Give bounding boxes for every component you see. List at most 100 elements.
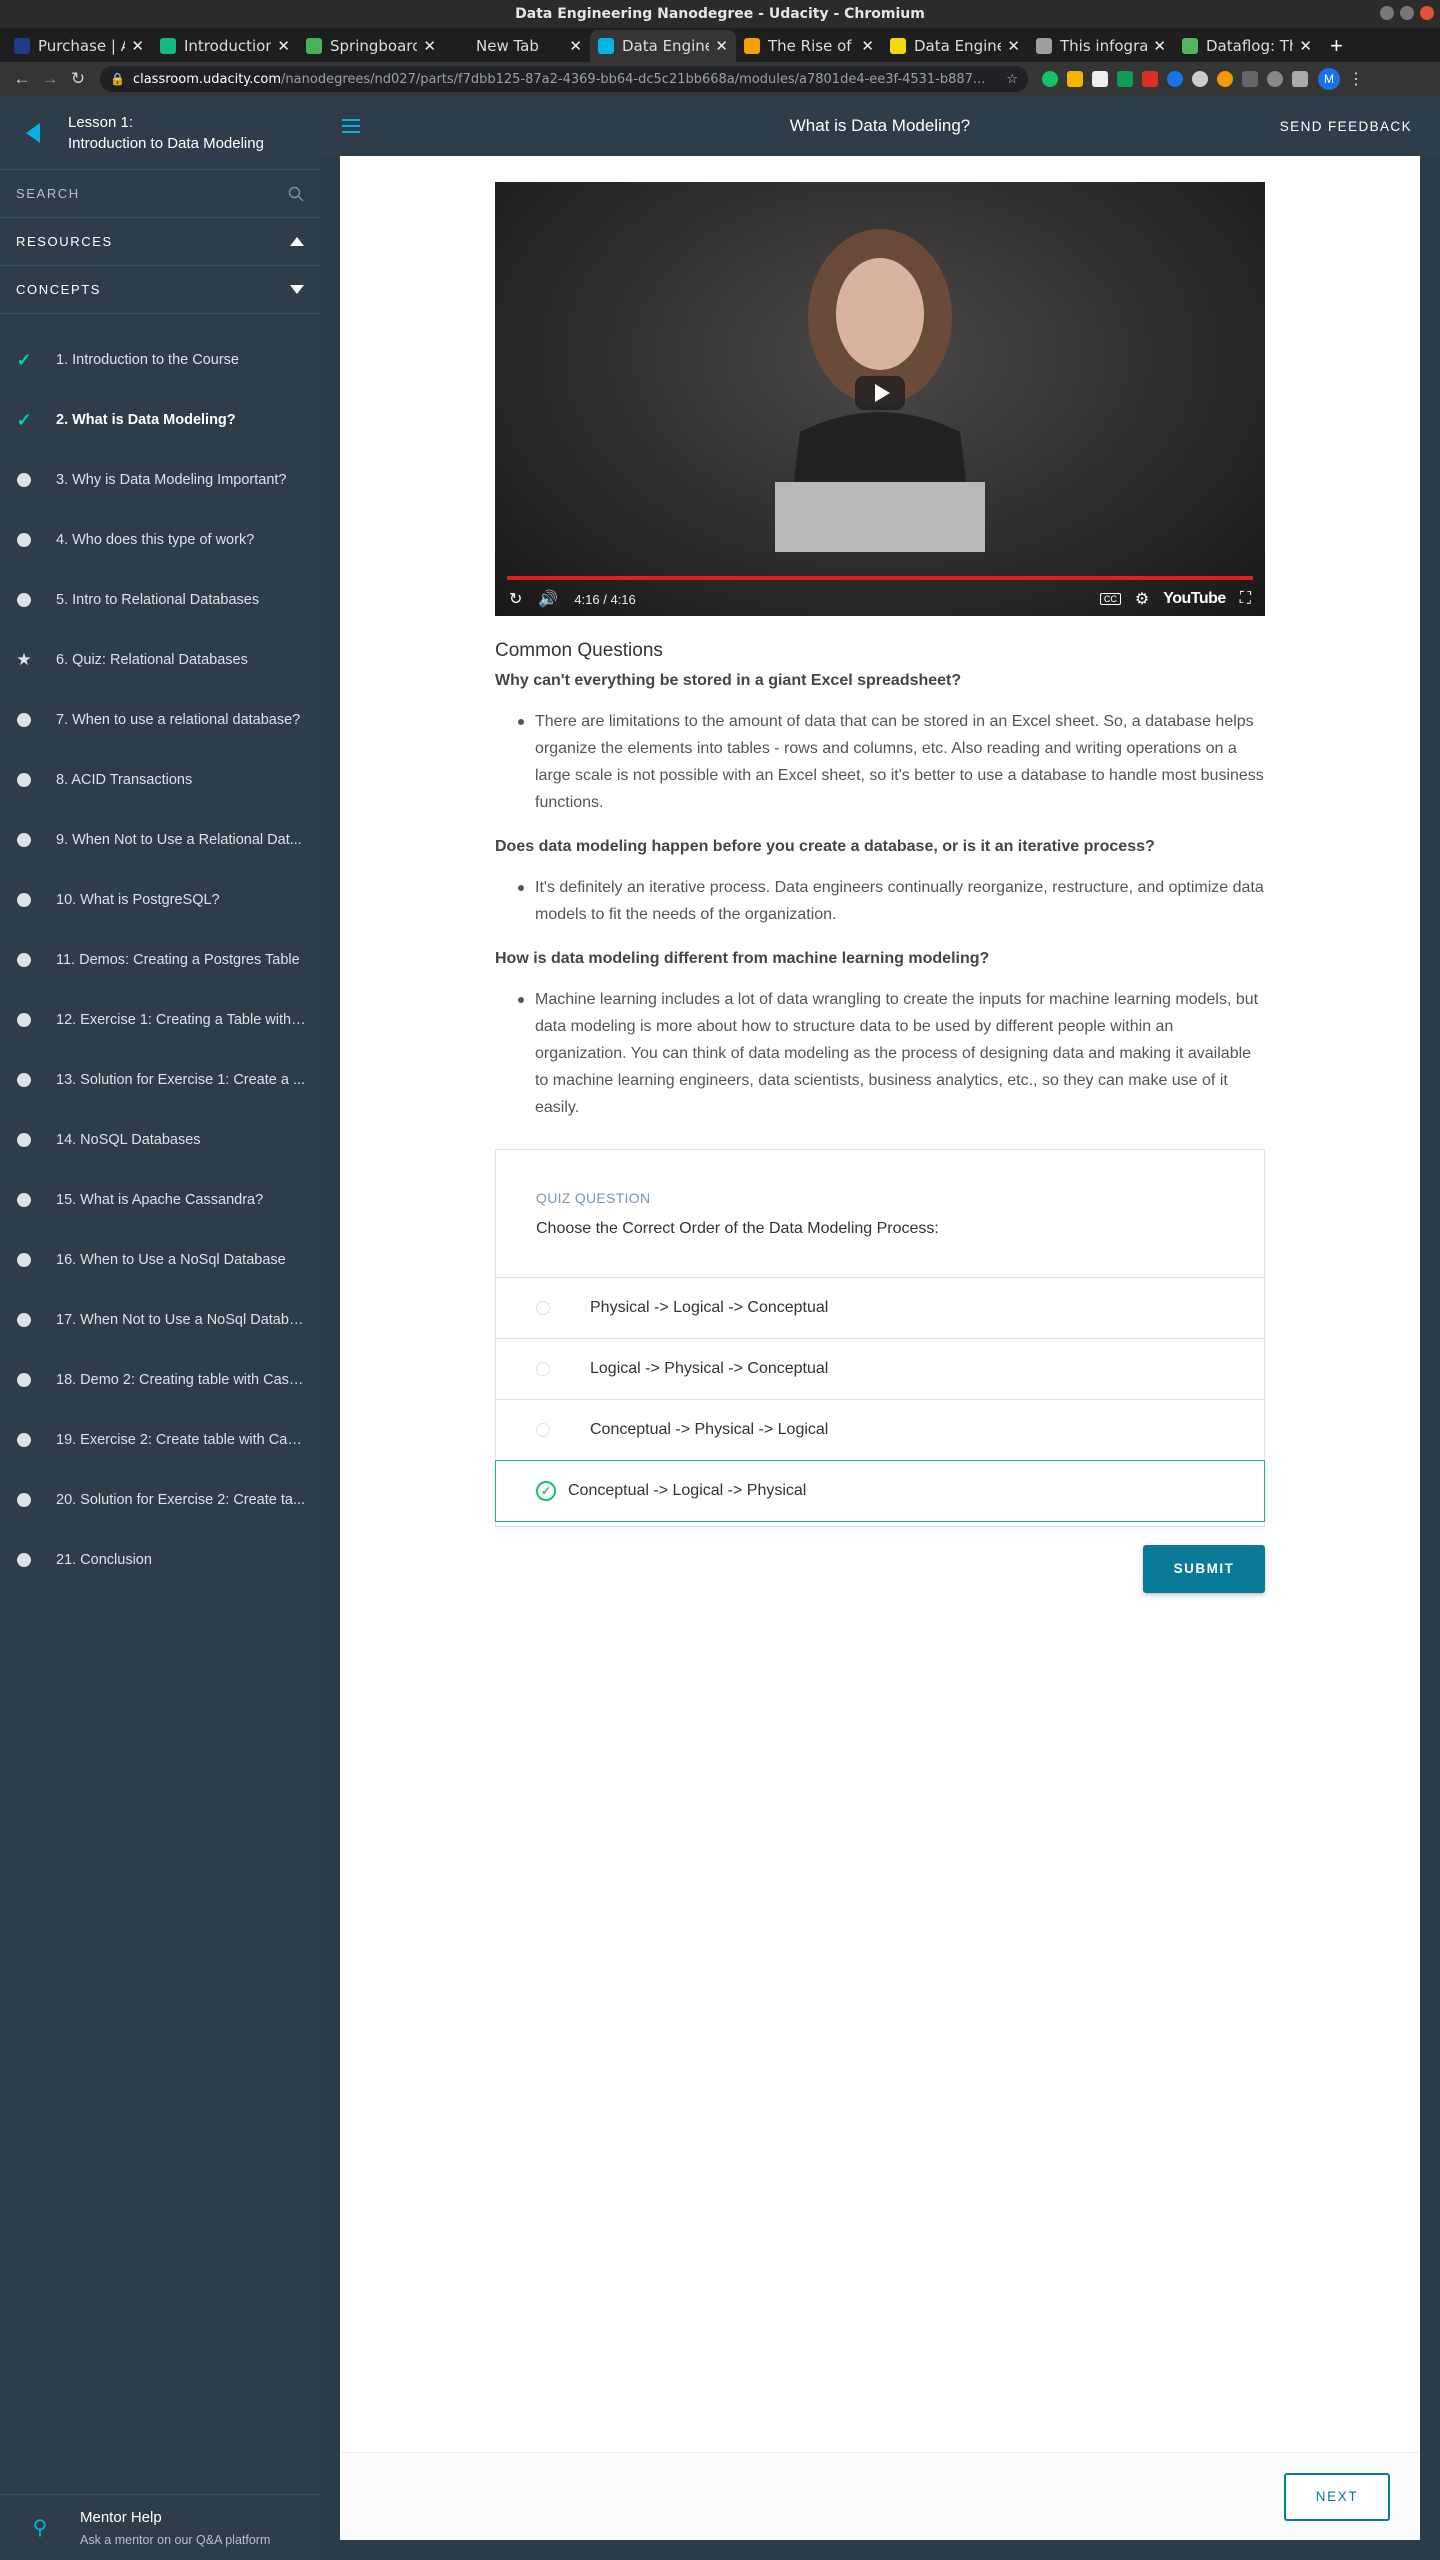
resources-toggle[interactable]: RESOURCES (0, 218, 320, 266)
extension-icon[interactable] (1217, 71, 1233, 87)
send-feedback-link[interactable]: SEND FEEDBACK (1280, 119, 1412, 134)
quiz-option[interactable]: ✓ Conceptual -> Logical -> Physical (495, 1460, 1265, 1522)
sidebar-concept-item[interactable]: 14. NoSQL Databases (0, 1110, 320, 1170)
sidebar-search[interactable]: SEARCH (0, 170, 320, 218)
sidebar-concept-item[interactable]: 12. Exercise 1: Creating a Table with ..… (0, 990, 320, 1050)
tab-close-icon[interactable]: ✕ (861, 37, 874, 55)
quiz-option[interactable]: Logical -> Physical -> Conceptual (496, 1338, 1264, 1398)
history-icon[interactable] (1267, 71, 1283, 87)
extension-icon[interactable] (1167, 71, 1183, 87)
concept-label: 12. Exercise 1: Creating a Table with ..… (56, 1012, 306, 1028)
sidebar-concept-item[interactable]: 16. When to Use a NoSql Database (0, 1230, 320, 1290)
concepts-toggle[interactable]: CONCEPTS (0, 266, 320, 314)
browser-tab[interactable]: Data Engine ✕ (590, 30, 736, 62)
quiz-option-label: Conceptual -> Logical -> Physical (568, 1482, 807, 1499)
submit-button[interactable]: SUBMIT (1143, 1545, 1265, 1593)
video-player[interactable]: ↻ 🔊 4:16 / 4:16 CC ⚙ YouTube ⛶ (495, 182, 1265, 616)
extension-icon[interactable] (1242, 71, 1258, 87)
browser-tab[interactable]: Introduction ✕ (152, 30, 298, 62)
browser-tab[interactable]: Springboard ✕ (298, 30, 444, 62)
captions-icon[interactable]: CC (1099, 593, 1121, 605)
settings-gear-icon[interactable]: ⚙ (1135, 589, 1149, 609)
sidebar-concept-item[interactable]: 8. ACID Transactions (0, 750, 320, 810)
grammarly-icon[interactable] (1042, 71, 1058, 87)
sidebar-concept-item[interactable]: 3. Why is Data Modeling Important? (0, 450, 320, 510)
sidebar-concept-item[interactable]: 10. What is PostgreSQL? (0, 870, 320, 930)
sidebar-concept-item[interactable]: 21. Conclusion (0, 1530, 320, 1590)
sidebar-concept-item[interactable]: 17. When Not to Use a NoSql Databa... (0, 1290, 320, 1350)
browser-tab[interactable]: Dataflog: Th ✕ (1174, 30, 1320, 62)
video-progress-bar[interactable] (507, 576, 1253, 580)
faq-question: How is data modeling different from mach… (495, 950, 990, 967)
radio-icon[interactable] (536, 1361, 550, 1376)
sidebar-concept-item[interactable]: ★ 6. Quiz: Relational Databases (0, 630, 320, 690)
more-menu-icon[interactable]: ⋮ (1348, 69, 1364, 89)
browser-tab[interactable]: Purchase | A ✕ (6, 30, 152, 62)
youtube-logo[interactable]: YouTube (1163, 590, 1226, 608)
sidebar-concept-item[interactable]: 13. Solution for Exercise 1: Create a ..… (0, 1050, 320, 1110)
puzzle-icon[interactable] (1292, 71, 1308, 87)
tab-close-icon[interactable]: ✕ (569, 37, 582, 55)
bookmark-star-icon[interactable]: ☆ (1006, 72, 1018, 87)
radio-checked-icon[interactable]: ✓ (536, 1481, 556, 1501)
tab-close-icon[interactable]: ✕ (1007, 37, 1020, 55)
browser-tab[interactable]: The Rise of D ✕ (736, 30, 882, 62)
maximize-button[interactable] (1400, 6, 1414, 20)
concept-label: 1. Introduction to the Course (56, 352, 239, 368)
sidebar-concept-item[interactable]: 19. Exercise 2: Create table with Cas... (0, 1410, 320, 1470)
forward-icon[interactable]: → (36, 69, 64, 89)
lightbulb-icon: ⚲ (32, 2517, 48, 2539)
tab-close-icon[interactable]: ✕ (1299, 37, 1312, 55)
new-tab-button[interactable]: + (1330, 30, 1343, 62)
tab-label: This infogra (1060, 37, 1148, 55)
profile-avatar[interactable]: M (1318, 68, 1340, 90)
browser-tab[interactable]: This infogra ✕ (1028, 30, 1174, 62)
address-bar[interactable]: 🔒 classroom.udacity.com/nanodegrees/nd02… (100, 66, 1028, 92)
minimize-button[interactable] (1380, 6, 1394, 20)
back-icon[interactable]: ← (8, 69, 36, 89)
quiz-option[interactable]: Conceptual -> Physical -> Logical (496, 1399, 1264, 1459)
close-window-button[interactable] (1420, 6, 1434, 20)
tab-favicon-icon (1036, 38, 1052, 54)
tab-close-icon[interactable]: ✕ (277, 37, 290, 55)
browser-tab[interactable]: Data Engine ✕ (882, 30, 1028, 62)
extension-icon[interactable] (1067, 71, 1083, 87)
sidebar-concept-item[interactable]: 5. Intro to Relational Databases (0, 570, 320, 630)
mentor-help[interactable]: ⚲ Mentor Help Ask a mentor on our Q&A pl… (0, 2494, 320, 2560)
tab-close-icon[interactable]: ✕ (423, 37, 436, 55)
tab-close-icon[interactable]: ✕ (715, 37, 728, 55)
tab-close-icon[interactable]: ✕ (1153, 37, 1166, 55)
concept-label: 3. Why is Data Modeling Important? (56, 472, 287, 488)
browser-tab[interactable]: New Tab ✕ (444, 30, 590, 62)
counter-extension-icon[interactable] (1142, 71, 1158, 87)
extension-icon[interactable] (1117, 71, 1133, 87)
fullscreen-icon[interactable]: ⛶ (1240, 590, 1251, 608)
sidebar-concept-item[interactable]: 15. What is Apache Cassandra? (0, 1170, 320, 1230)
concepts-label: CONCEPTS (16, 282, 102, 297)
concept-label: 18. Demo 2: Creating table with Cass... (56, 1372, 306, 1388)
play-button[interactable] (855, 376, 905, 410)
replay-icon[interactable]: ↻ (509, 589, 522, 609)
sidebar-concept-item[interactable]: 20. Solution for Exercise 2: Create ta..… (0, 1470, 320, 1530)
radio-icon[interactable] (536, 1422, 550, 1437)
sidebar-concept-item[interactable]: 7. When to use a relational database? (0, 690, 320, 750)
concept-label: 9. When Not to Use a Relational Dat... (56, 832, 302, 848)
sidebar-concept-item[interactable]: ✓ 1. Introduction to the Course (0, 330, 320, 390)
lesson-header[interactable]: Lesson 1: Introduction to Data Modeling (0, 96, 320, 170)
document-icon[interactable] (1092, 71, 1108, 87)
radio-icon[interactable] (536, 1300, 550, 1315)
tab-close-icon[interactable]: ✕ (131, 37, 144, 55)
tab-favicon-icon (160, 38, 176, 54)
sidebar-concept-item[interactable]: 11. Demos: Creating a Postgres Table (0, 930, 320, 990)
sidebar-concept-item[interactable]: ✓ 2. What is Data Modeling? (0, 390, 320, 450)
sidebar-concept-item[interactable]: 18. Demo 2: Creating table with Cass... (0, 1350, 320, 1410)
sidebar-concept-item[interactable]: 4. Who does this type of work? (0, 510, 320, 570)
cloud-icon[interactable] (1192, 71, 1208, 87)
back-arrow-icon[interactable] (26, 122, 40, 143)
tab-favicon-icon (1182, 38, 1198, 54)
next-button[interactable]: NEXT (1284, 2473, 1390, 2521)
quiz-option[interactable]: Physical -> Logical -> Conceptual (496, 1277, 1264, 1337)
sidebar-concept-item[interactable]: 9. When Not to Use a Relational Dat... (0, 810, 320, 870)
reload-icon[interactable]: ↻ (64, 69, 92, 89)
volume-icon[interactable]: 🔊 (538, 589, 558, 609)
